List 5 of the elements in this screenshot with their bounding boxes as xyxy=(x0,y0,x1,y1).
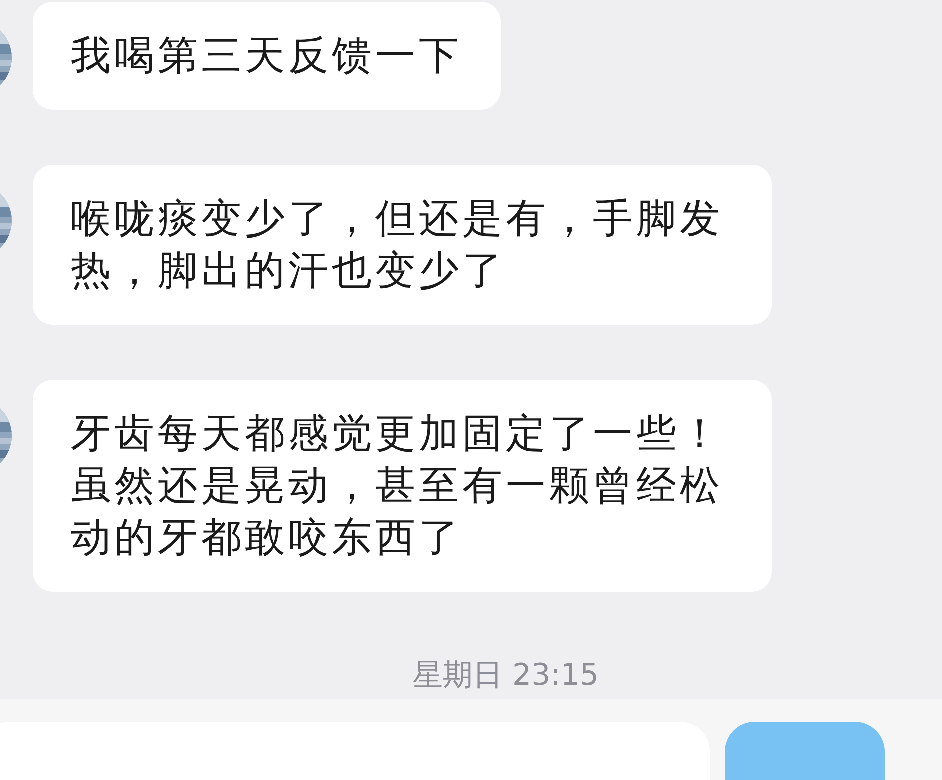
message-bubble: 喉咙痰变少了，但还是有，手脚发热，脚出的汗也变少了 xyxy=(33,165,772,325)
message-bubble: 牙齿每天都感觉更加固定了一些！虽然还是晃动，甚至有一颗曾经松动的牙都敢咬东西了 xyxy=(33,380,772,592)
timestamp: 星期日 23:15 xyxy=(413,657,599,695)
message-bubble: 我喝第三天反馈一下 xyxy=(33,2,500,110)
send-button[interactable] xyxy=(725,722,885,780)
